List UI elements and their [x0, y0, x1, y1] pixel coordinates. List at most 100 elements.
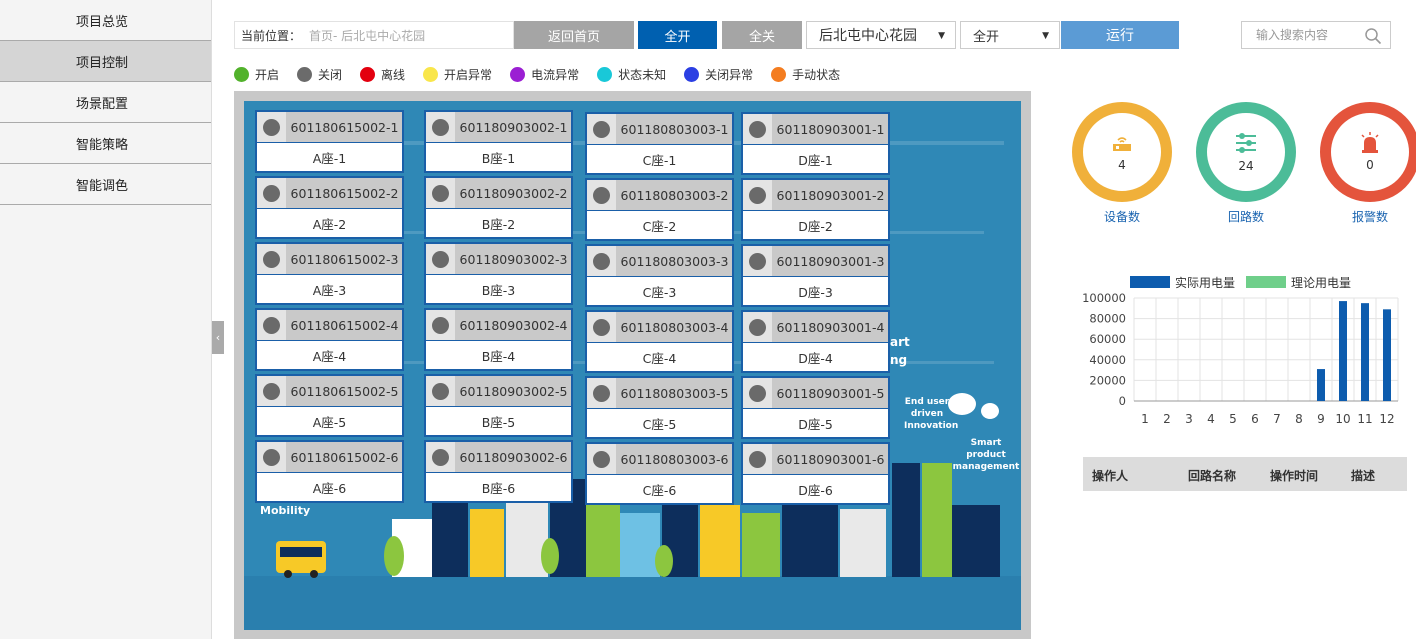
- device-code: 601180615002-4: [290, 317, 399, 333]
- status-dot-icon: [593, 318, 610, 336]
- device-card[interactable]: 601180903001-4 D座-4: [741, 310, 890, 373]
- sidebar-item-overview[interactable]: 项目总览: [0, 0, 211, 41]
- device-card[interactable]: 601180803003-1 C座-1: [585, 112, 734, 175]
- device-card[interactable]: 601180903002-3 B座-3: [424, 242, 573, 305]
- device-card[interactable]: 601180615002-4 A座-4: [255, 308, 404, 371]
- device-status-toggle[interactable]: [426, 244, 455, 274]
- device-name: A座-2: [312, 216, 347, 232]
- device-status-toggle[interactable]: [257, 112, 286, 142]
- sidebar-item-color[interactable]: 智能调色: [0, 164, 211, 205]
- run-button[interactable]: 运行: [1061, 21, 1179, 49]
- sidebar-item-scene[interactable]: 场景配置: [0, 82, 211, 123]
- device-status-toggle[interactable]: [587, 246, 616, 276]
- device-status-toggle[interactable]: [743, 312, 772, 342]
- column-header-operator: 操作人: [1092, 469, 1129, 483]
- status-dot-icon: [263, 184, 280, 202]
- project-select[interactable]: 后北屯中心花园 ▼: [806, 21, 956, 49]
- legend-dot-icon: [597, 67, 613, 82]
- device-card[interactable]: 601180803003-2 C座-2: [585, 178, 734, 241]
- device-code: 601180803003-6: [620, 451, 729, 467]
- chart-bar: [1361, 303, 1369, 401]
- status-dot-icon: [593, 120, 610, 138]
- x-tick-label: 1: [1141, 412, 1149, 426]
- device-status-toggle[interactable]: [426, 376, 455, 406]
- device-card[interactable]: 601180903002-4 B座-4: [424, 308, 573, 371]
- search-icon[interactable]: [1364, 27, 1382, 45]
- device-card[interactable]: 601180615002-6 A座-6: [255, 440, 404, 503]
- device-name: B座-1: [481, 150, 516, 166]
- device-card-header: 601180803003-6: [587, 444, 732, 475]
- device-status-toggle[interactable]: [743, 378, 772, 408]
- sidebar-item-strategy[interactable]: 智能策略: [0, 123, 211, 164]
- device-status-toggle[interactable]: [587, 114, 616, 144]
- device-card[interactable]: 601180615002-3 A座-3: [255, 242, 404, 305]
- device-card[interactable]: 601180903001-6 D座-6: [741, 442, 890, 505]
- device-status-toggle[interactable]: [426, 442, 455, 472]
- device-card[interactable]: 601180615002-5 A座-5: [255, 374, 404, 437]
- device-card-header: 601180803003-3: [587, 246, 732, 277]
- device-card[interactable]: 601180903002-6 B座-6: [424, 440, 573, 503]
- device-card[interactable]: 601180903001-5 D座-5: [741, 376, 890, 439]
- device-name: A座-4: [312, 348, 347, 364]
- device-card[interactable]: 601180615002-1 A座-1: [255, 110, 404, 173]
- device-card[interactable]: 601180903001-1 D座-1: [741, 112, 890, 175]
- column-header-loop-name: 回路名称: [1188, 469, 1237, 483]
- loop-count-label[interactable]: 回路数: [1196, 208, 1296, 225]
- device-status-toggle[interactable]: [257, 442, 286, 472]
- device-status-toggle[interactable]: [257, 244, 286, 274]
- chevron-left-icon: ‹: [215, 331, 221, 344]
- device-status-toggle[interactable]: [257, 376, 286, 406]
- search-input[interactable]: [1256, 28, 1374, 42]
- device-card[interactable]: 601180615002-2 A座-2: [255, 176, 404, 239]
- device-status-toggle[interactable]: [426, 112, 455, 142]
- device-card[interactable]: 601180903002-2 B座-2: [424, 176, 573, 239]
- device-status-toggle[interactable]: [743, 114, 772, 144]
- breadcrumb-path: 首页- 后北屯中心花园: [309, 28, 426, 43]
- device-card-header: 601180903002-3: [426, 244, 571, 275]
- status-dot-icon: [432, 184, 449, 202]
- alarm-count-label[interactable]: 报警数: [1320, 208, 1416, 225]
- map-label-mobility: Mobility: [260, 504, 311, 517]
- device-card[interactable]: 601180803003-5 C座-5: [585, 376, 734, 439]
- device-status-toggle[interactable]: [743, 180, 772, 210]
- device-card[interactable]: 601180903002-5 B座-5: [424, 374, 573, 437]
- legend-label: 离线: [381, 68, 406, 82]
- sliders-icon: [1236, 133, 1256, 153]
- y-tick-label: 100000: [1082, 291, 1126, 305]
- y-tick-label: 60000: [1089, 332, 1126, 346]
- device-code: 601180803003-5: [620, 385, 729, 401]
- device-status-toggle[interactable]: [587, 444, 616, 474]
- device-card[interactable]: 601180903002-1 B座-1: [424, 110, 573, 173]
- device-name: A座-1: [312, 150, 347, 166]
- all-off-button[interactable]: 全关: [722, 21, 802, 49]
- status-dot-icon: [432, 250, 449, 268]
- device-card[interactable]: 601180803003-4 C座-4: [585, 310, 734, 373]
- device-status-toggle[interactable]: [257, 310, 286, 340]
- status-dot-icon: [263, 316, 280, 334]
- status-dot-icon: [432, 118, 449, 136]
- device-status-toggle[interactable]: [743, 246, 772, 276]
- device-status-toggle[interactable]: [587, 312, 616, 342]
- device-status-toggle[interactable]: [426, 178, 455, 208]
- x-tick-label: 12: [1379, 412, 1394, 426]
- home-button[interactable]: 返回首页: [514, 21, 634, 49]
- device-card[interactable]: 601180803003-3 C座-3: [585, 244, 734, 307]
- device-name: D座-2: [798, 218, 833, 234]
- device-status-toggle[interactable]: [257, 178, 286, 208]
- mode-select[interactable]: 全开 ▼: [960, 21, 1060, 49]
- sidebar-item-control[interactable]: 项目控制: [0, 41, 211, 82]
- all-on-button[interactable]: 全开: [638, 21, 717, 49]
- device-status-toggle[interactable]: [743, 444, 772, 474]
- device-status-toggle[interactable]: [587, 180, 616, 210]
- device-status-toggle[interactable]: [587, 378, 616, 408]
- device-status-toggle[interactable]: [426, 310, 455, 340]
- caret-down-icon: ▼: [1042, 31, 1049, 41]
- device-card[interactable]: 601180903001-3 D座-3: [741, 244, 890, 307]
- y-tick-label: 20000: [1089, 373, 1126, 387]
- sidebar-collapse-button[interactable]: ‹: [212, 321, 224, 354]
- device-card[interactable]: 601180903001-2 D座-2: [741, 178, 890, 241]
- device-count-label[interactable]: 设备数: [1072, 208, 1172, 225]
- x-tick-label: 11: [1357, 412, 1372, 426]
- device-card-header: 601180903001-6: [743, 444, 888, 475]
- device-card[interactable]: 601180803003-6 C座-6: [585, 442, 734, 505]
